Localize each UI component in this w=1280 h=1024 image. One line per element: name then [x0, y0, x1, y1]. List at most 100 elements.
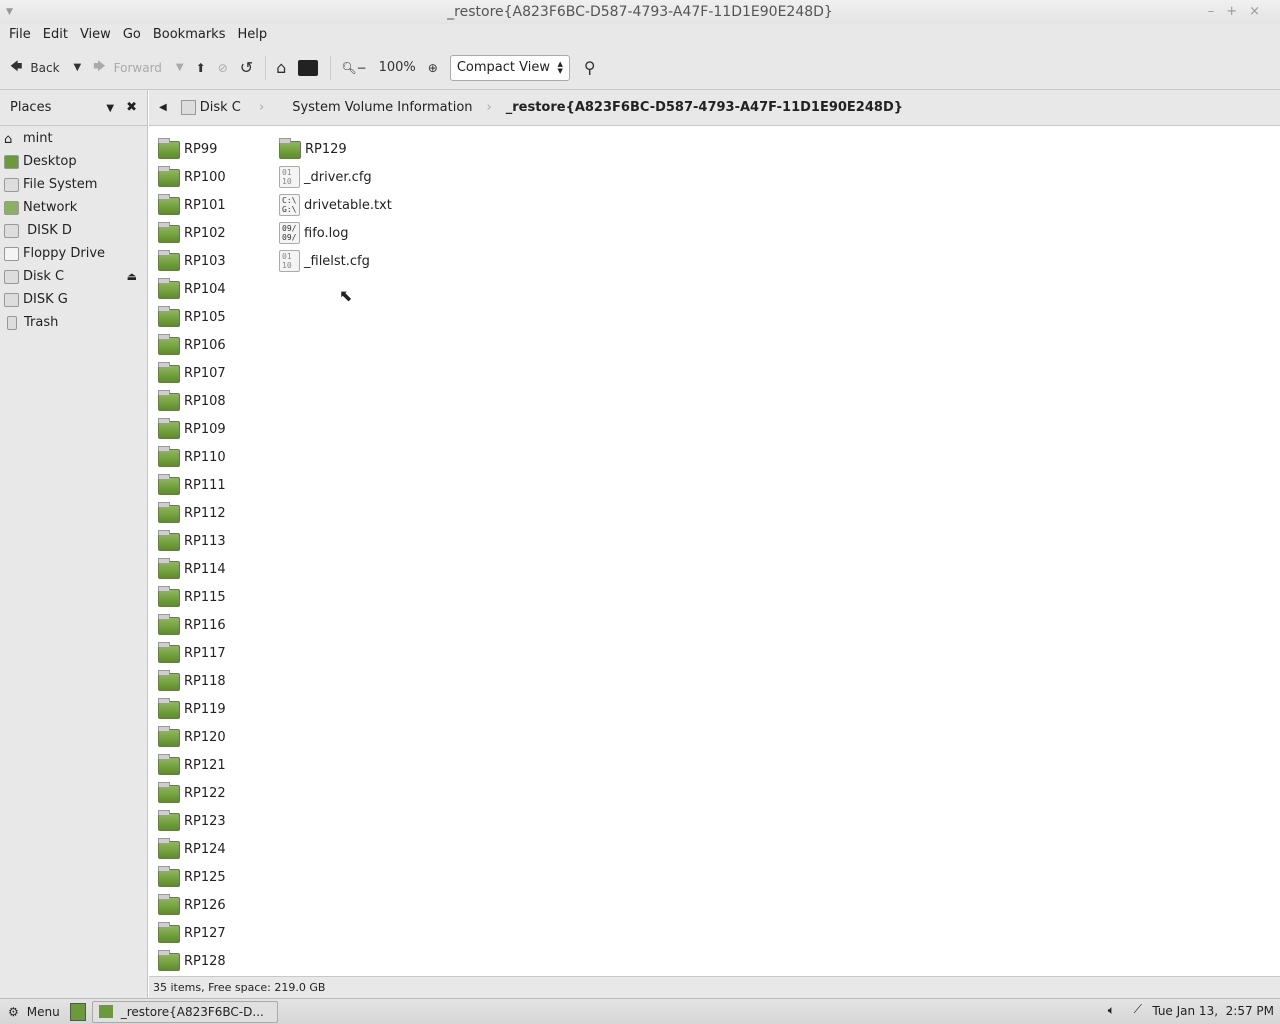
folder-item[interactable]: RP122: [158, 779, 226, 807]
folder-item[interactable]: RP106: [158, 331, 226, 359]
folder-item[interactable]: RP102: [158, 219, 226, 247]
sidebar-item-network[interactable]: Network: [0, 196, 147, 219]
folder-icon: [158, 922, 180, 943]
view-mode-select[interactable]: Compact View ▲ ▼: [449, 54, 570, 81]
menu-file[interactable]: File: [3, 24, 37, 46]
folder-icon: [158, 390, 180, 411]
folder-item[interactable]: RP117: [158, 639, 226, 667]
folder-item[interactable]: RP110: [158, 443, 226, 471]
file-name: RP109: [184, 421, 226, 437]
show-desktop-icon[interactable]: [69, 1002, 86, 1021]
sidebar-item-floppy[interactable]: Floppy Drive: [0, 242, 147, 265]
sidebar-item-trash[interactable]: Trash: [0, 311, 147, 334]
sidebar-item-disk-d[interactable]: DISK D: [0, 219, 147, 242]
folder-item[interactable]: RP104: [158, 275, 226, 303]
sidebar-dropdown-icon[interactable]: ▼: [106, 103, 114, 114]
folder-item[interactable]: RP101: [158, 191, 226, 219]
folder-item[interactable]: RP124: [158, 835, 226, 863]
file-item[interactable]: 01 10 _driver.cfg: [279, 163, 392, 191]
folder-item[interactable]: RP100: [158, 163, 226, 191]
computer-button[interactable]: [298, 59, 319, 76]
file-name: RP102: [184, 225, 226, 241]
home-button[interactable]: ⌂: [276, 58, 286, 77]
folder-item[interactable]: RP115: [158, 583, 226, 611]
folder-item[interactable]: RP126: [158, 891, 226, 919]
folder-item[interactable]: RP121: [158, 751, 226, 779]
file-item[interactable]: 01 10 _filelst.cfg: [279, 247, 392, 275]
folder-item[interactable]: RP113: [158, 527, 226, 555]
reload-button[interactable]: ↺: [240, 58, 253, 77]
folder-icon: [158, 782, 180, 803]
maximize-button[interactable]: +: [1226, 4, 1249, 19]
folder-item[interactable]: RP119: [158, 695, 226, 723]
zoom-in-button[interactable]: ⊕: [428, 61, 438, 75]
forward-button[interactable]: 🡆 Forward ▼: [93, 57, 183, 78]
menu-go[interactable]: Go: [117, 24, 147, 46]
folder-icon: [158, 306, 180, 327]
file-name: RP100: [184, 169, 226, 185]
gear-icon: ⚙: [8, 1004, 19, 1019]
back-button[interactable]: 🡄 Back ▼: [10, 57, 81, 78]
file-name: RP120: [184, 729, 226, 745]
breadcrumb-back-icon[interactable]: ◀: [159, 102, 167, 113]
folder-item[interactable]: RP114: [158, 555, 226, 583]
folder-icon: [158, 222, 180, 243]
search-button[interactable]: ⚲: [584, 58, 596, 77]
folder-item[interactable]: RP107: [158, 359, 226, 387]
folder-item[interactable]: RP99: [158, 135, 226, 163]
sidebar-item-disk-g[interactable]: DISK G: [0, 288, 147, 311]
stop-button[interactable]: ⊘: [218, 61, 228, 75]
folder-item[interactable]: RP105: [158, 303, 226, 331]
file-name: RP125: [184, 869, 226, 885]
menu-edit[interactable]: Edit: [37, 24, 74, 46]
zoom-out-button[interactable]: 🔍︎−: [341, 61, 366, 75]
file-name: RP106: [184, 337, 226, 353]
eject-icon[interactable]: ⏏: [127, 270, 137, 283]
file-view[interactable]: RP99 RP100 RP101 RP102 RP103 RP104 RP105 RP106 R…: [149, 127, 1280, 976]
folder-item[interactable]: RP127: [158, 919, 226, 947]
text-file-icon: 01 10: [279, 166, 300, 188]
menu-view[interactable]: View: [74, 24, 117, 46]
folder-item[interactable]: RP120: [158, 723, 226, 751]
clock[interactable]: Tue Jan 13, 2:57 PM: [1152, 1004, 1274, 1018]
file-item[interactable]: 09/ 09/fifo.log: [279, 219, 392, 247]
up-button[interactable]: ⬆: [196, 61, 206, 75]
back-history-dropdown-icon[interactable]: ▼: [74, 62, 82, 73]
back-arrow-icon: 🡄: [10, 59, 23, 73]
window-menu-icon[interactable]: ▼: [6, 0, 13, 24]
folder-icon: [158, 614, 180, 635]
sidebar-close-icon[interactable]: ✖: [126, 100, 137, 115]
breadcrumb-disk-c[interactable]: Disk C ›: [180, 100, 278, 115]
close-button[interactable]: ×: [1249, 4, 1272, 19]
file-name: drivetable.txt: [304, 197, 392, 213]
sidebar-item-mint[interactable]: ⌂ mint: [0, 127, 147, 150]
network-status-icon[interactable]: ⟋: [1134, 1002, 1142, 1017]
folder-item[interactable]: RP118: [158, 667, 226, 695]
folder-item[interactable]: RP112: [158, 499, 226, 527]
folder-item[interactable]: RP123: [158, 807, 226, 835]
taskbar-window-button[interactable]: _restore{A823F6BC-D...: [91, 1000, 278, 1023]
file-name: RP123: [184, 813, 226, 829]
volume-icon[interactable]: 🔈︎: [1108, 1003, 1115, 1018]
folder-item[interactable]: RP128: [158, 947, 226, 975]
folder-item[interactable]: RP108: [158, 387, 226, 415]
breadcrumb-system-volume-information[interactable]: System Volume Information: [292, 100, 472, 115]
menu-help[interactable]: Help: [231, 24, 273, 46]
sidebar-item-desktop[interactable]: Desktop: [0, 150, 147, 173]
minimize-button[interactable]: –: [1208, 4, 1227, 19]
folder-item[interactable]: RP129: [279, 135, 392, 163]
folder-item[interactable]: RP103: [158, 247, 226, 275]
menu-bookmarks[interactable]: Bookmarks: [147, 24, 232, 46]
toolbar: 🡄 Back ▼ 🡆 Forward ▼ ⬆ ⊘ ↺ ⌂ 🔍︎− 100% ⊕ Comp…: [0, 46, 1280, 90]
forward-history-dropdown-icon[interactable]: ▼: [176, 62, 184, 73]
folder-icon: [158, 838, 180, 859]
sidebar-item-disk-c[interactable]: Disk C ⏏: [0, 265, 147, 288]
file-item[interactable]: C:\ G:\ drivetable.txt: [279, 191, 392, 219]
menu-button[interactable]: ⚙ Menu: [8, 1005, 60, 1019]
sidebar-item-file-system[interactable]: File System: [0, 173, 147, 196]
breadcrumb-current[interactable]: _restore{A823F6BC-D587-4793-A47F-11D1E90…: [506, 100, 903, 115]
folder-item[interactable]: RP109: [158, 415, 226, 443]
folder-item[interactable]: RP116: [158, 611, 226, 639]
folder-item[interactable]: RP125: [158, 863, 226, 891]
folder-item[interactable]: RP111: [158, 471, 226, 499]
